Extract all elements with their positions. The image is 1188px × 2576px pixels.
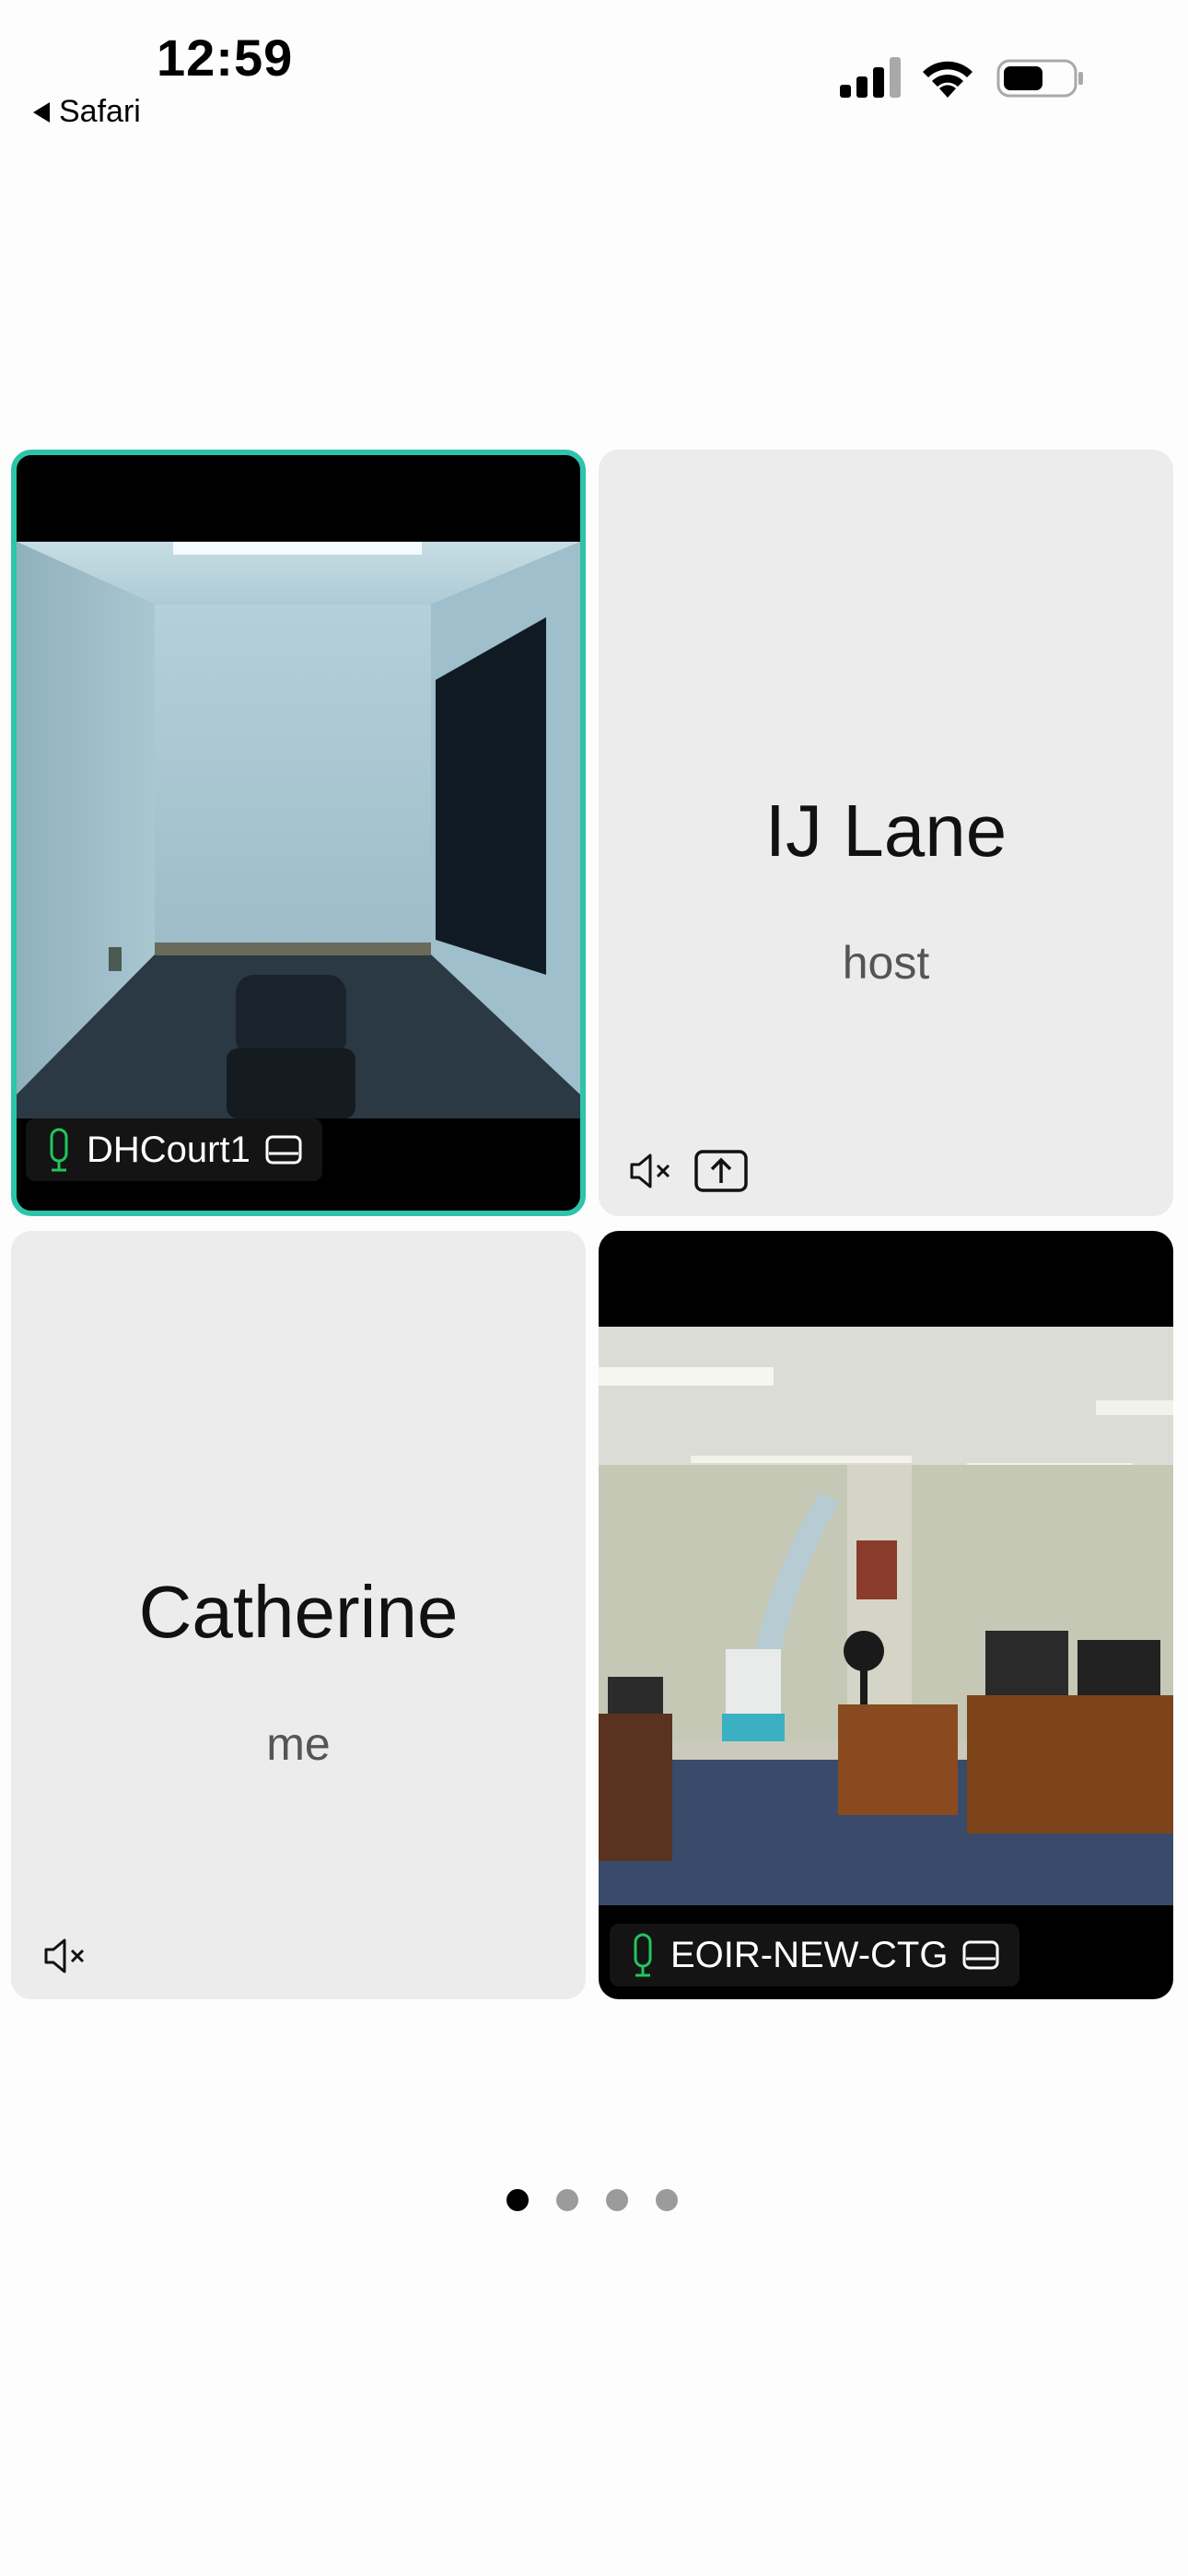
page-dot-3[interactable] [606,2189,628,2211]
microphone-icon [634,1933,652,1977]
page-dot-4[interactable] [656,2189,678,2211]
participant-tile-catherine[interactable]: Catherine me [11,1231,586,1999]
screen-icon [265,1135,302,1165]
participant-role: host [842,937,930,989]
page-indicator[interactable] [507,2189,678,2211]
status-time: 12:59 [157,29,294,87]
participant-tile-ij-lane[interactable]: IJ Lane host [599,450,1173,1216]
participant-tile-eoir-new-ctg[interactable]: EOIR-NEW-CTG [599,1231,1173,1999]
video-feed [599,1327,1173,1905]
microphone-icon [50,1128,68,1172]
battery-icon [996,59,1083,98]
participant-label: DHCourt1 [26,1118,322,1181]
back-to-safari-button[interactable]: Safari [33,94,141,130]
video-feed [17,542,580,1118]
participant-name: IJ Lane [764,790,1007,872]
share-screen-icon[interactable] [694,1150,748,1192]
page-dot-1[interactable] [507,2189,529,2211]
back-app-label: Safari [59,94,141,129]
wifi-icon [923,61,973,98]
participant-role: me [266,1718,331,1770]
participant-name: EOIR-NEW-CTG [670,1934,949,1975]
participant-tile-dhcourt1[interactable]: DHCourt1 [11,450,586,1216]
speaker-muted-icon[interactable] [42,1937,87,1975]
participant-name: DHCourt1 [87,1129,250,1170]
cellular-signal-icon [840,57,901,98]
participant-label: EOIR-NEW-CTG [610,1924,1020,1986]
page-dot-2[interactable] [556,2189,578,2211]
participant-name: Catherine [138,1571,459,1653]
screen-icon [962,1940,999,1970]
back-arrow-icon [33,101,50,123]
speaker-muted-icon[interactable] [628,1152,672,1190]
